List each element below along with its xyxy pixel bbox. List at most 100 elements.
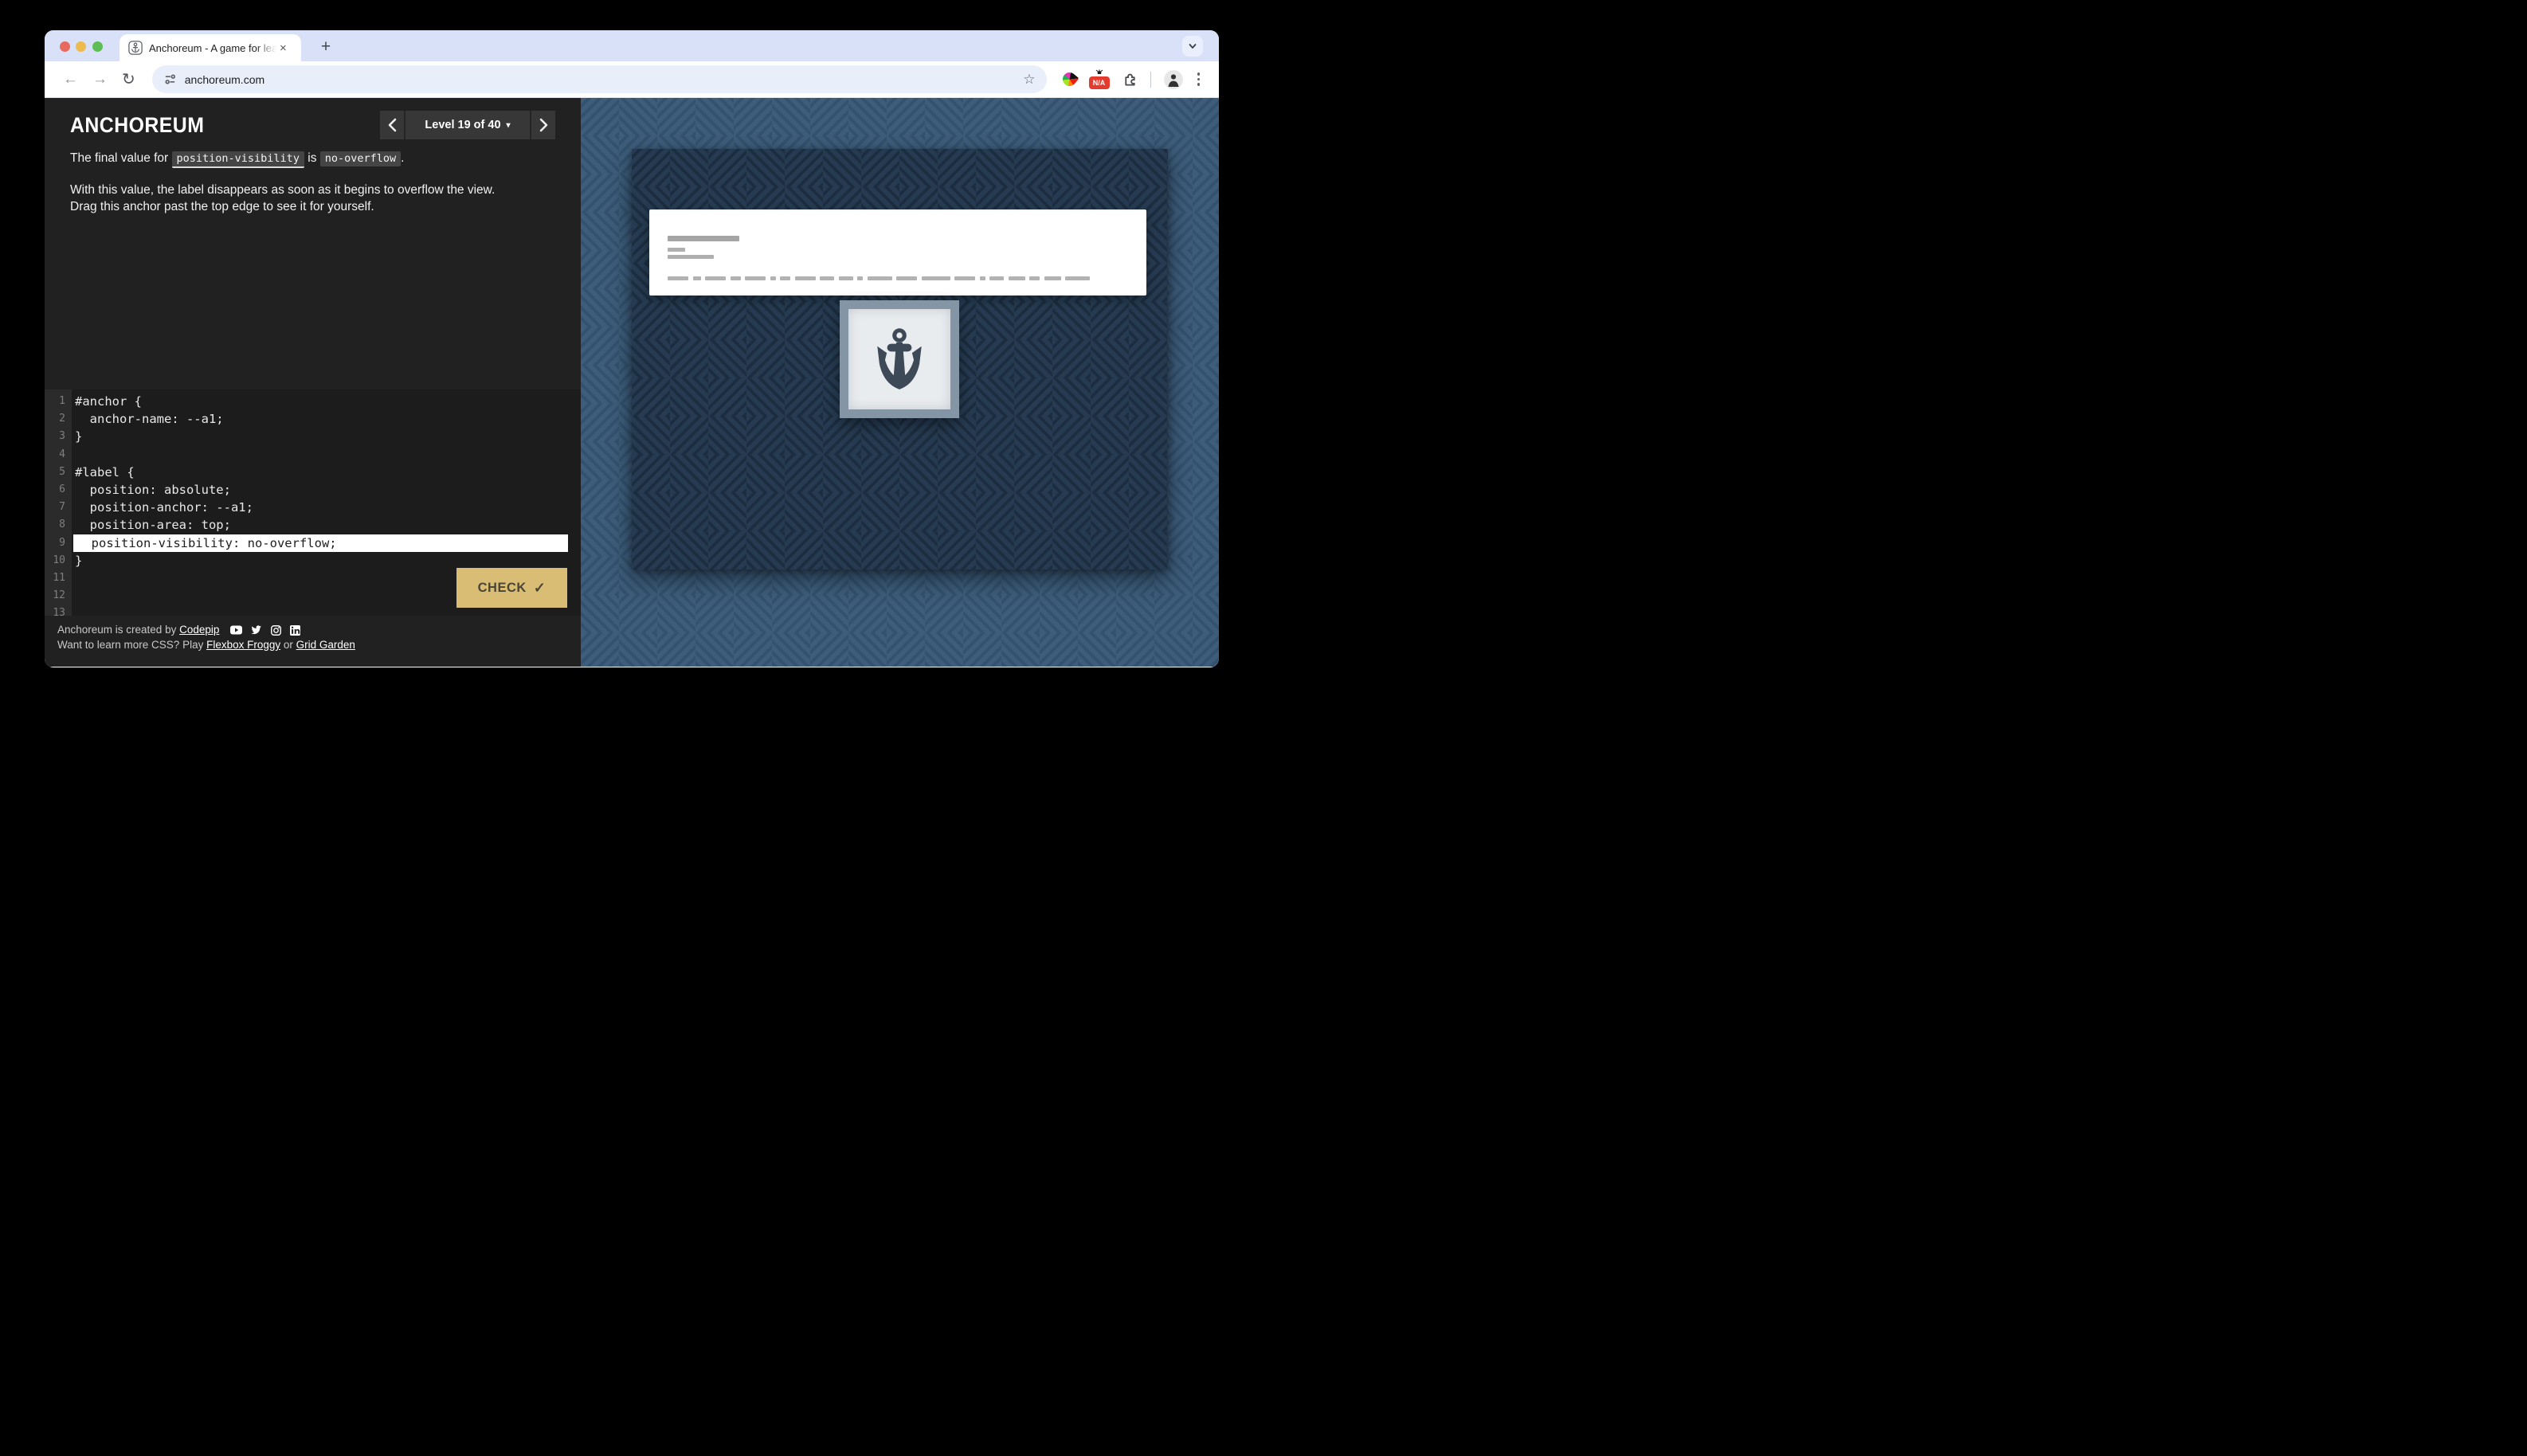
puzzle-extensions-icon[interactable] <box>1122 72 1138 87</box>
na-extension-icon[interactable]: N/A <box>1089 70 1110 89</box>
tune-icon[interactable] <box>163 72 177 86</box>
line-number: 6 <box>45 481 72 499</box>
na-badge: N/A <box>1089 76 1110 89</box>
bookmark-star-icon[interactable]: ☆ <box>1023 72 1035 88</box>
placeholder-title-bar <box>668 236 739 241</box>
check-button-label: CHECK <box>478 581 527 596</box>
placeholder-dash <box>770 276 776 280</box>
placeholder-line-medium <box>668 255 714 259</box>
caret-down-icon: ▾ <box>507 121 511 130</box>
profile-avatar[interactable] <box>1164 70 1183 89</box>
tab-title: Anchoreum - A game for learn <box>149 42 276 54</box>
code-line <box>72 446 581 464</box>
check-icon: ✓ <box>534 580 547 597</box>
minimize-window-button[interactable] <box>76 41 86 52</box>
browser-window: Anchoreum - A game for learn × + ← → ↻ a… <box>45 30 1219 667</box>
chevron-left-icon <box>387 118 398 132</box>
placeholder-dash <box>693 276 701 280</box>
youtube-icon[interactable] <box>230 625 242 635</box>
puzzle-icon <box>1122 72 1138 87</box>
reload-button[interactable]: ↻ <box>122 72 135 88</box>
instruction-paragraph-1: The final value for position-visibility … <box>70 150 507 168</box>
check-button[interactable]: CHECK ✓ <box>456 568 567 608</box>
bug-icon <box>1095 69 1103 74</box>
twitter-icon[interactable] <box>251 625 262 635</box>
zoom-window-button[interactable] <box>92 41 103 52</box>
code-line: #anchor { <box>72 393 581 410</box>
grid-garden-link[interactable]: Grid Garden <box>296 639 355 651</box>
anchor-view-container <box>632 149 1168 569</box>
previous-level-button[interactable] <box>380 111 404 139</box>
anchor-favicon <box>128 41 143 55</box>
code-line: anchor-name: --a1; <box>72 410 581 428</box>
chevron-right-icon <box>539 118 549 132</box>
placeholder-dash <box>780 276 790 280</box>
chevron-down-icon <box>1188 41 1197 51</box>
code-line: #label { <box>72 464 581 481</box>
person-icon <box>1164 70 1183 89</box>
flexbox-froggy-link[interactable]: Flexbox Froggy <box>206 639 280 651</box>
placeholder-dash <box>954 276 975 280</box>
address-bar[interactable]: anchoreum.com ☆ <box>152 65 1047 93</box>
new-tab-button[interactable]: + <box>314 35 338 59</box>
kebab-menu-icon[interactable] <box>1197 72 1201 86</box>
level-instructions: The final value for position-visibility … <box>45 150 532 216</box>
toolbar-separator <box>1150 72 1151 88</box>
anchor-element[interactable] <box>840 300 959 418</box>
colorzilla-extension-icon[interactable] <box>1063 72 1076 86</box>
tab-strip: Anchoreum - A game for learn × + <box>45 30 1219 61</box>
gutter: 12345678910111213 <box>45 389 72 616</box>
game-stage <box>581 98 1219 667</box>
level-label: Level 19 of 40 <box>425 119 500 131</box>
line-number: 5 <box>45 464 72 481</box>
line-number: 8 <box>45 516 72 534</box>
code-line: position: absolute; <box>72 481 581 499</box>
placeholder-dash <box>1044 276 1061 280</box>
line-number: 2 <box>45 410 72 428</box>
code-chip-position-visibility[interactable]: position-visibility <box>172 151 304 168</box>
placeholder-dash <box>795 276 816 280</box>
placeholder-dash <box>731 276 741 280</box>
back-button[interactable]: ← <box>63 72 78 87</box>
close-tab-icon[interactable]: × <box>280 42 287 54</box>
code-line: } <box>72 552 581 569</box>
placeholder-dash <box>868 276 892 280</box>
page-content: ANCHOREUM Level 19 of 40 ▾ <box>45 98 1219 667</box>
placeholder-dash <box>705 276 726 280</box>
traffic-lights <box>60 41 103 52</box>
anchoreum-logo: ANCHOREUM <box>70 113 204 138</box>
forward-button[interactable]: → <box>92 72 108 87</box>
code-line: position-anchor: --a1; <box>72 499 581 516</box>
instagram-icon[interactable] <box>271 625 281 636</box>
code-line: } <box>72 428 581 445</box>
card-dash-row <box>668 276 1095 280</box>
browser-tab[interactable]: Anchoreum - A game for learn × <box>119 34 301 61</box>
placeholder-dash <box>857 276 863 280</box>
tab-search-chevron-button[interactable] <box>1182 36 1203 57</box>
next-level-button[interactable] <box>531 111 555 139</box>
game-sidebar: ANCHOREUM Level 19 of 40 ▾ <box>45 98 581 667</box>
codepip-link[interactable]: Codepip <box>179 624 219 636</box>
code-line: position-area: top; <box>72 516 581 534</box>
footer-line-1: Anchoreum is created by Codepip <box>57 622 355 637</box>
close-window-button[interactable] <box>60 41 70 52</box>
level-dropdown[interactable]: Level 19 of 40 ▾ <box>405 111 530 139</box>
linkedin-icon[interactable] <box>290 625 300 636</box>
placeholder-dash <box>839 276 853 280</box>
line-number: 1 <box>45 393 72 410</box>
code-line-input[interactable]: position-visibility: no-overflow; <box>73 534 568 552</box>
line-number: 11 <box>45 569 72 587</box>
colorzilla-leaf <box>1060 70 1079 89</box>
browser-toolbar: ← → ↻ anchoreum.com ☆ N/A <box>45 61 1219 98</box>
placeholder-dash <box>989 276 1004 280</box>
placeholder-dash <box>745 276 766 280</box>
placeholder-dash <box>668 276 688 280</box>
placeholder-line-short <box>668 248 685 252</box>
footer: Anchoreum is created by Codepip <box>57 622 355 652</box>
line-number: 12 <box>45 587 72 605</box>
line-number: 9 <box>45 534 72 552</box>
anchor-inner-panel <box>848 309 950 409</box>
url-text[interactable]: anchoreum.com <box>185 73 264 86</box>
placeholder-dash <box>1029 276 1040 280</box>
line-number: 4 <box>45 446 72 464</box>
